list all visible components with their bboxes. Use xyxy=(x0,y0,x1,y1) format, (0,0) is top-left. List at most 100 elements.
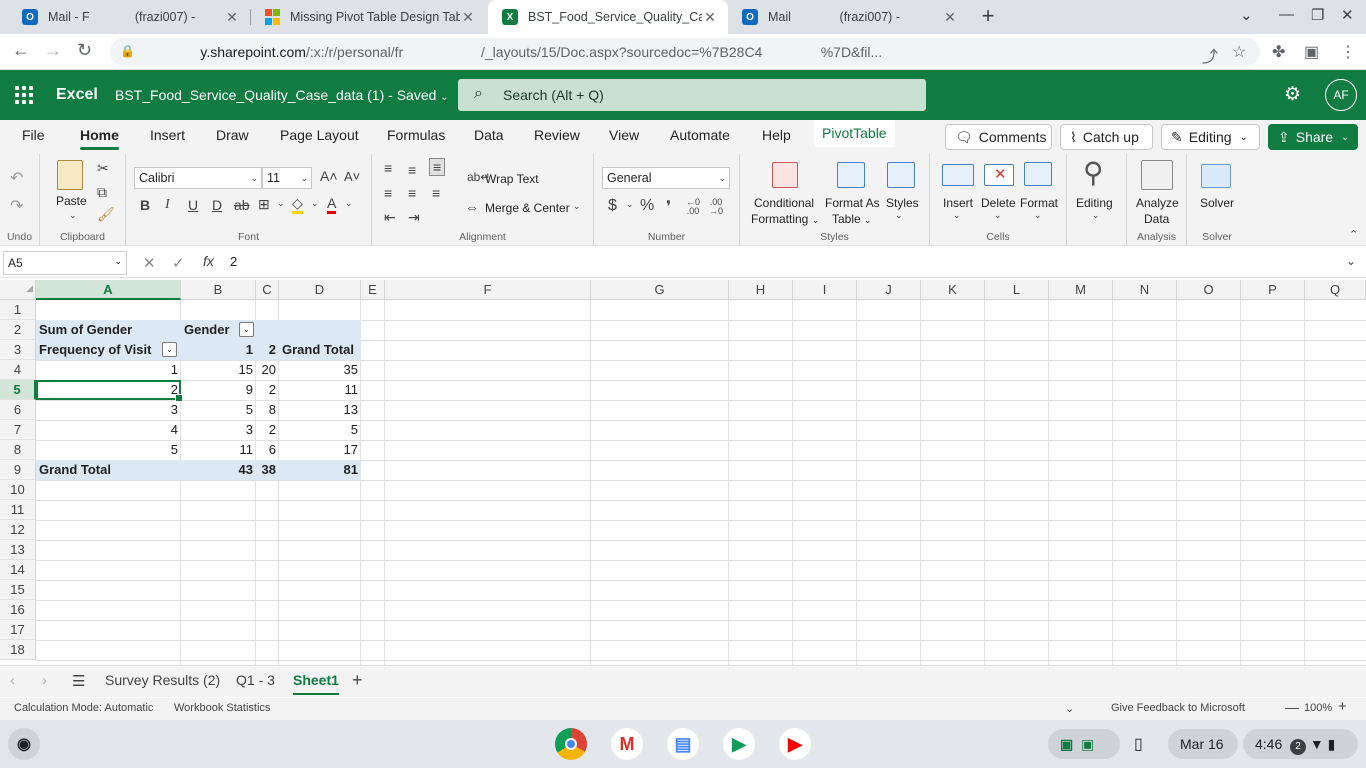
docs-icon[interactable]: ▤ xyxy=(667,728,699,760)
pivot-column-item[interactable]: 2 xyxy=(256,340,279,360)
date-display[interactable]: Mar 16 xyxy=(1168,729,1238,759)
row-header[interactable]: 10 xyxy=(0,480,36,500)
find-magnifier-icon[interactable]: ⚲ xyxy=(1083,156,1104,189)
sheet-tab-survey-results[interactable]: Survey Results (2) xyxy=(105,672,220,688)
pivot-cell[interactable]: 2 xyxy=(256,420,279,440)
browser-tab-mail-1[interactable]: O Mail - F (frazi007) - ✕ xyxy=(8,0,250,34)
tab-file[interactable]: File xyxy=(22,127,45,143)
pivot-row-label[interactable]: 5 xyxy=(36,440,181,460)
row-header[interactable]: 13 xyxy=(0,540,36,560)
pivot-total-cell[interactable]: 38 xyxy=(256,460,279,480)
row-header[interactable]: 18 xyxy=(0,640,36,660)
zoom-out-icon[interactable]: — xyxy=(1285,699,1299,715)
share-page-icon[interactable]: ⤴ xyxy=(1202,43,1218,67)
all-sheets-menu-icon[interactable]: ☰ xyxy=(72,672,85,690)
add-sheet-icon[interactable]: + xyxy=(352,670,363,691)
tab-help[interactable]: Help xyxy=(762,127,791,143)
enter-check-icon[interactable]: ✓ xyxy=(172,254,185,272)
column-header-a[interactable]: A xyxy=(36,280,181,300)
chevron-down-icon[interactable]: ⌄ xyxy=(626,199,634,210)
increase-decimal-icon[interactable]: ←0.00 xyxy=(686,198,700,216)
align-middle-icon[interactable]: ≡ xyxy=(408,162,416,178)
name-box[interactable]: A5 ⌄ xyxy=(3,251,127,275)
search-box[interactable]: ⌕ Search (Alt + Q) xyxy=(458,79,926,111)
pivot-cell[interactable]: 17 xyxy=(279,440,361,460)
borders-icon[interactable]: ⊞ xyxy=(258,196,270,213)
row-header[interactable]: 5 xyxy=(0,380,36,400)
align-right-icon[interactable]: ≡ xyxy=(432,185,440,201)
editing-group-label[interactable]: Editing xyxy=(1076,196,1113,210)
browser-tab-mail-2[interactable]: O Mail (frazi007) - ✕ xyxy=(728,0,968,34)
column-header-p[interactable]: P xyxy=(1241,280,1305,300)
row-header[interactable]: 12 xyxy=(0,520,36,540)
row-header[interactable]: 4 xyxy=(0,360,36,380)
align-center-icon[interactable]: ≡ xyxy=(408,185,416,201)
decrease-indent-icon[interactable]: ⇤ xyxy=(384,209,396,226)
app-launcher-icon[interactable] xyxy=(15,86,33,104)
pivot-cell[interactable]: 11 xyxy=(181,440,256,460)
browser-tab-pivot-help[interactable]: Missing Pivot Table Design Tab - ✕ xyxy=(250,0,486,34)
fill-color-icon[interactable]: ◇ xyxy=(292,196,303,214)
close-window-icon[interactable]: ✕ xyxy=(1341,6,1354,24)
pivot-cell[interactable]: 2 xyxy=(256,380,279,400)
number-format-select[interactable]: General ⌄ xyxy=(602,167,730,189)
format-as-table-icon[interactable] xyxy=(837,162,865,188)
column-header-h[interactable]: H xyxy=(729,280,793,300)
catch-up-button[interactable]: ⌇ Catch up xyxy=(1060,124,1153,150)
pivot-cell[interactable]: 8 xyxy=(256,400,279,420)
chevron-down-icon[interactable]: ⌄ xyxy=(994,210,1002,221)
row-header[interactable]: 15 xyxy=(0,580,36,600)
format-as-label-1[interactable]: Format As xyxy=(825,196,880,210)
zoom-in-icon[interactable]: + xyxy=(1338,698,1347,715)
forward-icon[interactable]: → xyxy=(44,40,62,61)
merge-center-label[interactable]: Merge & Center xyxy=(485,201,570,215)
format-painter-icon[interactable]: 🖌 xyxy=(97,206,115,223)
gmail-icon[interactable]: M xyxy=(611,728,643,760)
bold-icon[interactable]: B xyxy=(140,197,150,213)
new-tab-icon[interactable]: + xyxy=(975,3,1001,29)
pivot-grand-total-header[interactable]: Grand Total xyxy=(279,340,361,360)
tab-review[interactable]: Review xyxy=(534,127,580,143)
bookmark-star-icon[interactable]: ☆ xyxy=(1232,42,1246,62)
insert-function-icon[interactable]: fx xyxy=(203,253,214,269)
close-tab-icon[interactable]: ✕ xyxy=(942,9,958,26)
pivot-cell[interactable]: 20 xyxy=(256,360,279,380)
tab-data[interactable]: Data xyxy=(474,127,504,143)
column-header-d[interactable]: D xyxy=(279,280,361,300)
cut-icon[interactable]: ✂ xyxy=(97,160,109,177)
calculation-mode[interactable]: Calculation Mode: Automatic xyxy=(14,702,153,714)
wrap-text-label[interactable]: Wrap Text xyxy=(485,172,539,186)
pivot-cell[interactable]: 15 xyxy=(181,360,256,380)
chevron-down-icon[interactable]: ⌄ xyxy=(573,201,581,212)
column-header-q[interactable]: Q xyxy=(1305,280,1366,300)
column-header-k[interactable]: K xyxy=(921,280,985,300)
browser-tab-excel[interactable]: X BST_Food_Service_Quality_Case ✕ xyxy=(488,0,728,34)
close-tab-icon[interactable]: ✕ xyxy=(460,9,476,26)
pivot-row-label[interactable]: 3 xyxy=(36,400,181,420)
chevron-down-icon[interactable]: ⌄ xyxy=(277,198,285,209)
holding-space[interactable]: ▣ ▣ xyxy=(1048,729,1120,759)
minimize-icon[interactable]: — xyxy=(1279,6,1294,23)
column-header-n[interactable]: N xyxy=(1113,280,1177,300)
feedback-link[interactable]: Give Feedback to Microsoft xyxy=(1111,702,1245,714)
font-name-select[interactable]: Calibri ⌄ xyxy=(134,167,262,189)
percent-icon[interactable]: % xyxy=(640,197,654,215)
pivot-grand-total-label[interactable]: Grand Total xyxy=(36,460,181,480)
analyze-label-2[interactable]: Data xyxy=(1144,212,1169,226)
close-tab-icon[interactable]: ✕ xyxy=(702,9,718,26)
column-header-c[interactable]: C xyxy=(256,280,279,300)
pivot-cell[interactable]: 13 xyxy=(279,400,361,420)
row-header[interactable]: 17 xyxy=(0,620,36,640)
chrome-icon[interactable] xyxy=(555,728,587,760)
settings-gear-icon[interactable]: ⚙ xyxy=(1284,83,1301,106)
pivot-column-item[interactable]: 1 xyxy=(181,340,256,360)
conditional-label-1[interactable]: Conditional xyxy=(754,196,814,210)
share-button[interactable]: ⇪ Share ⌄ xyxy=(1268,124,1358,150)
column-filter-dropdown-icon[interactable]: ⌄ xyxy=(239,322,254,337)
row-header[interactable]: 8 xyxy=(0,440,36,460)
row-header[interactable]: 6 xyxy=(0,400,36,420)
scroll-sheets-right-icon[interactable]: › xyxy=(42,672,47,689)
column-header-g[interactable]: G xyxy=(591,280,729,300)
scroll-sheets-left-icon[interactable]: ‹ xyxy=(10,672,15,689)
launcher-icon[interactable]: ◉ xyxy=(8,728,40,760)
